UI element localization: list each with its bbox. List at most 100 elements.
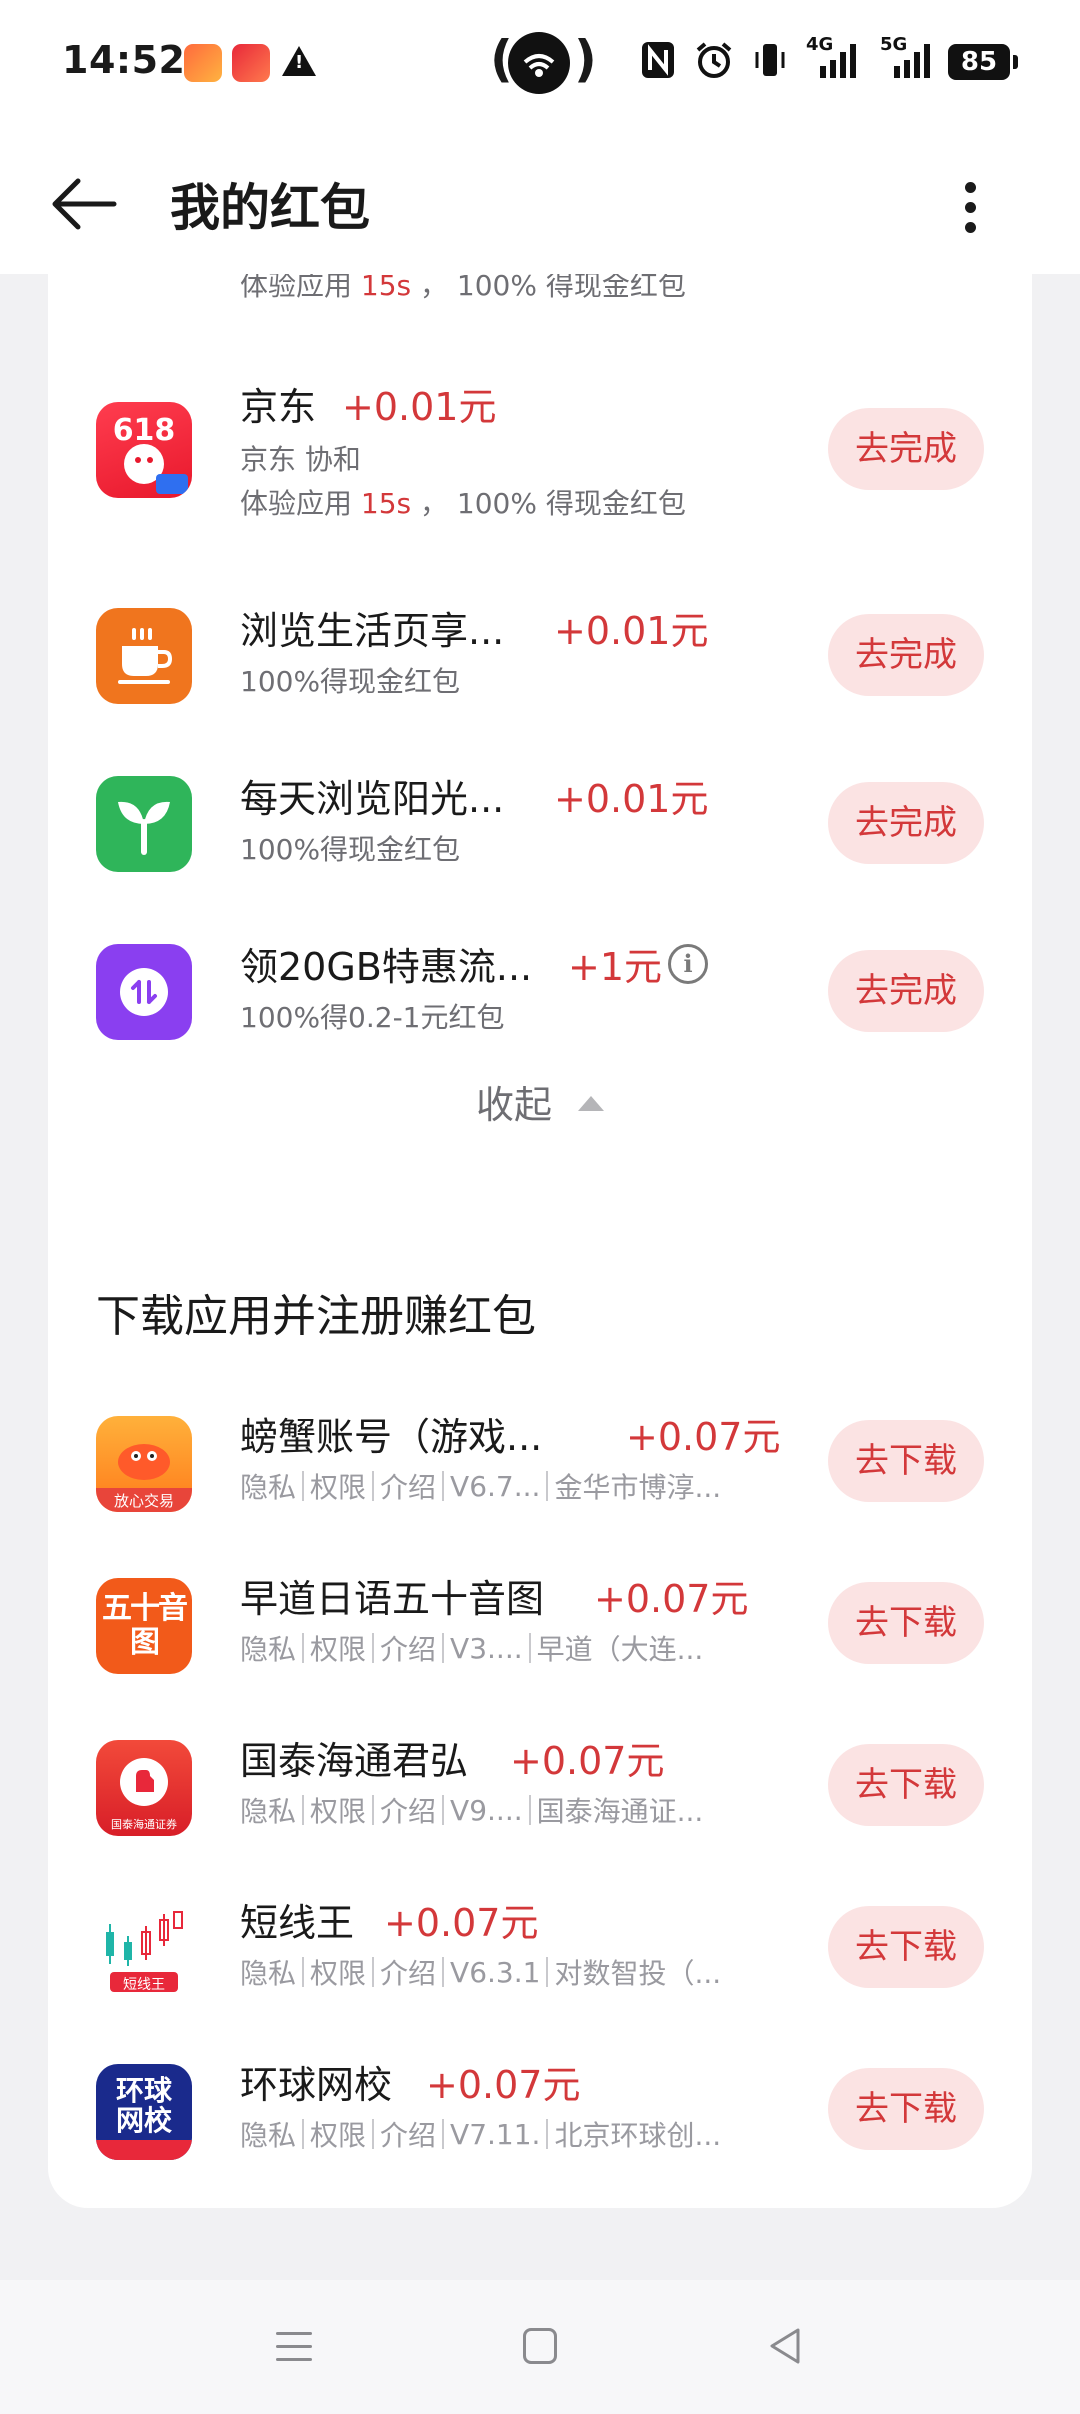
task-row-partial: 体验应用 15s ， 100% 得现金红包: [48, 274, 1032, 302]
complete-button[interactable]: 去完成: [828, 782, 984, 864]
warning-icon: [282, 46, 316, 76]
shop-notification-icon: [232, 44, 270, 82]
back-arrow-icon: [52, 178, 117, 230]
more-options-button[interactable]: [940, 166, 1000, 246]
download-reward: +0.07元: [426, 2063, 581, 2107]
network-4g-label: 4G: [806, 34, 834, 55]
download-row[interactable]: 短线王 短线王 +0.07元 隐私 权限 介绍 V6.3.1 对数智投（... …: [48, 1880, 1032, 2020]
download-title: 环球网校: [240, 2063, 393, 2107]
task-row-partial-sub: 体验应用 15s ， 100% 得现金红包: [240, 274, 686, 302]
download-button[interactable]: 去下载: [828, 1744, 984, 1826]
nfc-icon: [640, 40, 676, 84]
intro-link[interactable]: 介绍: [380, 1790, 436, 1830]
candlestick-icon-label: 短线王: [123, 1977, 165, 1993]
anniversary-ribbon: [96, 2140, 192, 2160]
download-button[interactable]: 去下载: [828, 1906, 984, 1988]
task-reward: +0.01元: [554, 777, 709, 821]
vibrate-icon: [752, 40, 788, 84]
sprout-icon: [96, 776, 192, 872]
download-row[interactable]: 五十音图 早道日语五十音图 +0.07元 隐私 权限 介绍 V3.... 早道（…: [48, 1556, 1032, 1696]
permission-link[interactable]: 权限: [310, 2114, 366, 2154]
permission-link[interactable]: 权限: [310, 1790, 366, 1830]
task-sub-detail: 体验应用 15s ， 100% 得现金红包: [240, 487, 686, 520]
signal-4g-icon: 4G: [806, 34, 866, 84]
battery-icon: 85: [948, 44, 1018, 80]
download-reward: +0.07元: [594, 1577, 749, 1621]
signal-5g-icon: 5G: [880, 34, 940, 84]
permission-link[interactable]: 权限: [310, 1466, 366, 1506]
guotai-icon-label: 国泰海通证券: [111, 1818, 177, 1831]
content-scroll[interactable]: 体验应用 15s ， 100% 得现金红包 618 京东 +0.01元 京东 协…: [0, 274, 1080, 2280]
privacy-link[interactable]: 隐私: [240, 1952, 296, 1992]
task-title: 浏览生活页享...: [240, 609, 505, 653]
app-developer: 北京环球创...: [554, 2119, 722, 2152]
task-row-data-plan[interactable]: 领20GB特惠流... +1元 i 100%得0.2-1元红包 去完成: [48, 920, 1032, 1060]
zaodao-icon-label: 五十音图: [102, 1591, 188, 1660]
guotai-app-icon: 国泰海通证券: [96, 1740, 192, 1836]
download-row[interactable]: 环球网校 环球网校 +0.07元 隐私 权限 介绍 V7.11. 北京环球创..…: [48, 2042, 1032, 2182]
huanqiu-icon-label: 环球网校: [115, 2074, 172, 2137]
complete-button[interactable]: 去完成: [828, 408, 984, 490]
section-title: 下载应用并注册赚红包: [96, 1291, 536, 1342]
task-reward: +0.01元: [342, 385, 497, 429]
intro-link[interactable]: 介绍: [380, 1628, 436, 1668]
app-developer: 早道（大连...: [536, 1633, 704, 1666]
complete-button[interactable]: 去完成: [828, 950, 984, 1032]
app-bar: 我的红包: [0, 126, 1080, 274]
task-sub: 100%得现金红包: [240, 665, 461, 698]
task-sub: 100%得0.2-1元红包: [240, 1001, 505, 1034]
permission-link[interactable]: 权限: [310, 1628, 366, 1668]
home-icon[interactable]: [523, 2328, 557, 2364]
download-meta: 隐私 权限 介绍 V3.... 早道（大连...: [240, 1628, 703, 1668]
app-version: V6.3.1: [450, 1955, 541, 1989]
download-row[interactable]: 放心交易 螃蟹账号（游戏... +0.07元 隐私 权限 介绍 V6.7... …: [48, 1394, 1032, 1534]
hotspot-icon: ( ): [490, 28, 597, 98]
status-time: 14:52: [62, 38, 186, 82]
download-title: 螃蟹账号（游戏...: [240, 1415, 543, 1459]
app-version: V6.7...: [450, 1469, 541, 1503]
privacy-link[interactable]: 隐私: [240, 1466, 296, 1506]
status-bar: 14:52 ( ) 4G 5G 85: [0, 0, 1080, 126]
complete-button[interactable]: 去完成: [828, 614, 984, 696]
intro-link[interactable]: 介绍: [380, 1466, 436, 1506]
alarm-icon: [694, 40, 734, 84]
nav-back-icon[interactable]: [764, 2324, 808, 2368]
candlestick-app-icon: 短线王: [96, 1902, 192, 1998]
download-title: 早道日语五十音图: [240, 1577, 545, 1621]
svg-text:618: 618: [113, 413, 176, 448]
download-row[interactable]: 国泰海通证券 国泰海通君弘 +0.07元 隐私 权限 介绍 V9.... 国泰海…: [48, 1718, 1032, 1858]
page-title: 我的红包: [170, 179, 370, 237]
app-version: V3....: [450, 1631, 523, 1665]
back-button[interactable]: [44, 164, 124, 244]
task-reward: +0.01元: [554, 609, 709, 653]
download-meta: 隐私 权限 介绍 V9.... 国泰海通证...: [240, 1790, 703, 1830]
download-card: 下载应用并注册赚红包 放心交易 螃蟹账号（游戏... +0.07元 隐私 权限 …: [48, 1222, 1032, 2208]
app-notification-icon: [184, 44, 222, 82]
download-button[interactable]: 去下载: [828, 1582, 984, 1664]
collapse-toggle[interactable]: 收起: [48, 1074, 1032, 1129]
task-title: 京东: [240, 385, 317, 429]
chevron-up-icon: [578, 1096, 604, 1111]
coffee-cup-icon: [96, 608, 192, 704]
download-button[interactable]: 去下载: [828, 2068, 984, 2150]
download-meta: 隐私 权限 介绍 V6.7... 金华市博淳...: [240, 1466, 721, 1506]
collapse-label: 收起: [475, 1083, 552, 1127]
app-version: V9....: [450, 1793, 523, 1827]
app-developer: 对数智投（...: [554, 1957, 722, 1990]
privacy-link[interactable]: 隐私: [240, 2114, 296, 2154]
task-sub: 京东 协和: [240, 443, 361, 476]
zaodao-app-icon: 五十音图: [96, 1578, 192, 1674]
task-row-sunshine[interactable]: 每天浏览阳光... +0.01元 100%得现金红包 去完成: [48, 752, 1032, 892]
download-button[interactable]: 去下载: [828, 1420, 984, 1502]
intro-link[interactable]: 介绍: [380, 1952, 436, 1992]
download-title: 短线王: [240, 1901, 355, 1945]
privacy-link[interactable]: 隐私: [240, 1790, 296, 1830]
recent-apps-icon[interactable]: [276, 2330, 312, 2364]
jd-618-icon: 618: [96, 402, 192, 498]
permission-link[interactable]: 权限: [310, 1952, 366, 1992]
privacy-link[interactable]: 隐私: [240, 1628, 296, 1668]
info-icon[interactable]: i: [668, 944, 708, 984]
task-row-browse-life[interactable]: 浏览生活页享... +0.01元 100%得现金红包 去完成: [48, 584, 1032, 724]
task-row-jd[interactable]: 618 京东 +0.01元 京东 协和 体验应用 15s ， 100% 得现金红…: [48, 354, 1032, 530]
intro-link[interactable]: 介绍: [380, 2114, 436, 2154]
